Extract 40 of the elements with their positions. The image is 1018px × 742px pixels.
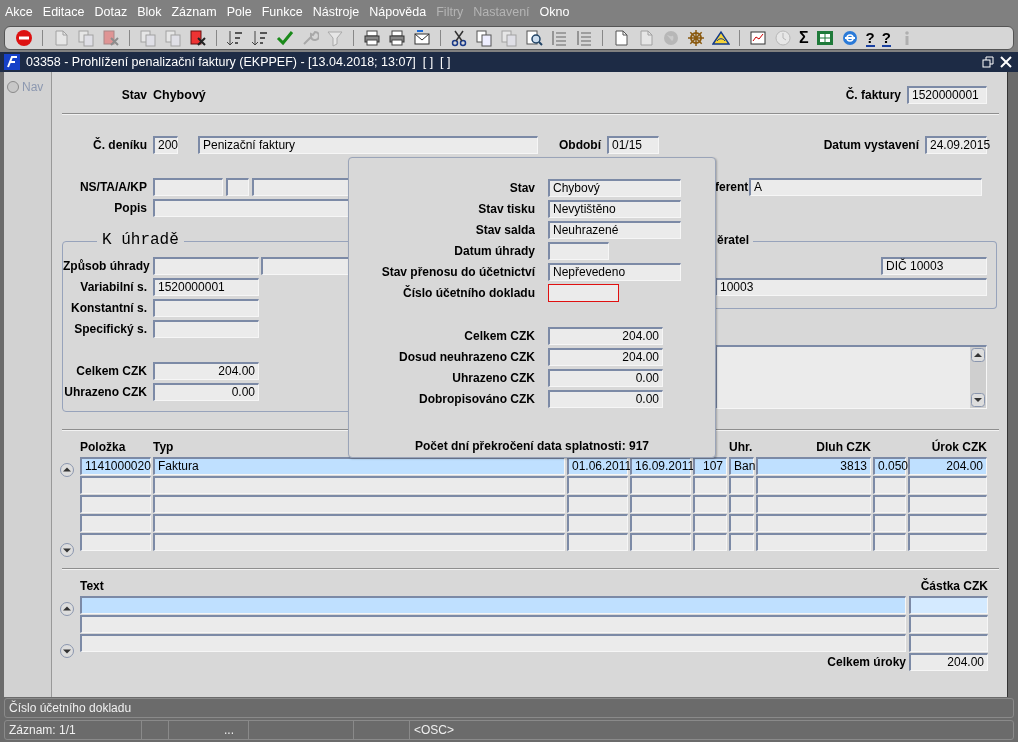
overdue-note: Počet dní překročení data splatnosti: 917 [413, 439, 651, 453]
field-label: Stav tisku [477, 202, 536, 216]
field-label: Konstantní s. [70, 301, 148, 315]
field-label: ferent [715, 180, 749, 194]
field-label: Způsob úhrady [63, 259, 151, 273]
field-label: Celkem úroky [826, 654, 906, 671]
field-label: Číslo účetního dokladu [402, 286, 536, 300]
column-header: Dluh CZK [816, 440, 871, 454]
group-title: ěratel [715, 233, 754, 247]
column-header: Úrok CZK [931, 440, 987, 454]
column-header: Text [80, 579, 104, 593]
column-header: Uhr. [729, 440, 753, 454]
field-label: Celkem CZK [463, 329, 536, 343]
column-header: Typ [153, 440, 174, 454]
status-value: Chybový [153, 88, 206, 102]
field-label: Specifický s. [73, 322, 148, 336]
field-label: Stav [508, 181, 536, 195]
field-label: Datum vystavení [823, 138, 920, 152]
record-counter: Záznam: 1/1 [9, 723, 76, 737]
field-label: Dobropisováno CZK [418, 392, 536, 406]
field-label: Č. deníku [92, 138, 148, 152]
field-label: Uhrazeno CZK [63, 385, 148, 399]
field-label: Uhrazeno CZK [451, 371, 536, 385]
field-label: Stav salda [474, 223, 536, 237]
field-label: Č. faktury [845, 88, 902, 102]
field-label: Variabilní s. [79, 280, 148, 294]
mode-indicator: <OSC> [414, 723, 455, 737]
field-label: NS/TA/A/KP [78, 180, 148, 194]
field-label: Datum úhrady [453, 244, 536, 258]
field-label: Stav [120, 88, 148, 102]
field-label: Dosud neuhrazeno CZK [398, 350, 536, 364]
status-message: Číslo účetního dokladu [9, 701, 132, 715]
column-header: Částka CZK [920, 579, 988, 593]
column-header: Položka [80, 440, 126, 454]
window-title: 03358 - Prohlížení penalizační faktury (EKPPEF) - [13.04.2018; 13:07] [ ] [ ] [26, 55, 452, 69]
field-label: Období [558, 138, 602, 152]
field-label: Popis [113, 201, 148, 215]
field-label: Stav přenosu do účetnictví [380, 265, 536, 279]
field-label: Celkem CZK [75, 364, 148, 378]
status-text: ... [224, 723, 234, 737]
